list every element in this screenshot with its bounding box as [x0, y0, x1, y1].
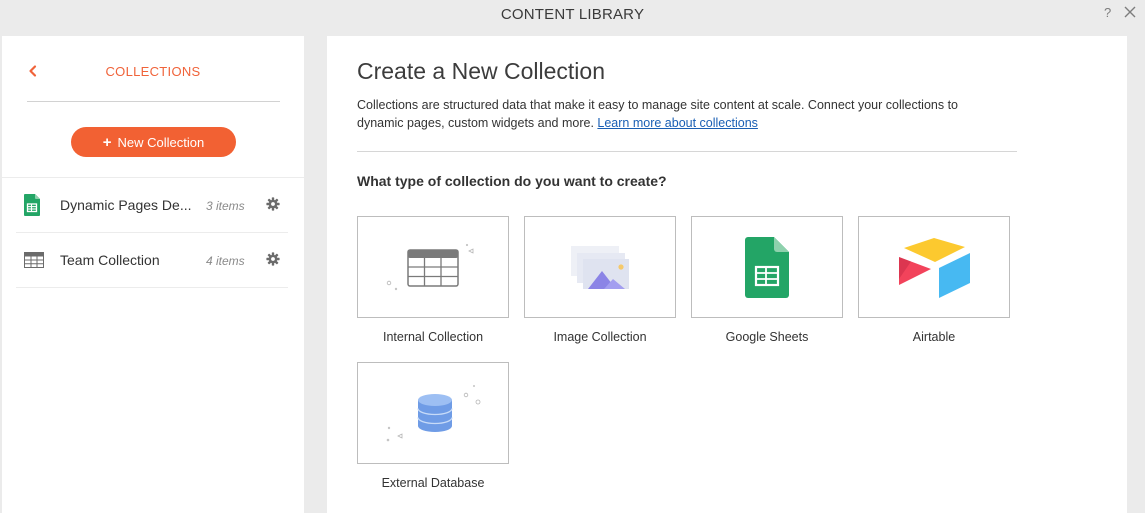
collection-count: 4 items: [206, 254, 245, 268]
collection-item-team[interactable]: Team Collection 4 items: [16, 233, 288, 288]
collection-count: 3 items: [206, 199, 245, 213]
table-icon: [24, 252, 44, 268]
option-internal-collection[interactable]: [357, 216, 509, 318]
section-heading: What type of collection do you want to c…: [357, 173, 667, 189]
option-label: Google Sheets: [725, 330, 809, 344]
close-icon[interactable]: [1122, 4, 1138, 20]
option-label: Airtable: [912, 330, 956, 344]
divider: [357, 151, 1017, 152]
collection-name: Dynamic Pages De...: [60, 197, 192, 213]
description: Collections are structured data that mak…: [357, 96, 997, 132]
gear-icon[interactable]: [266, 252, 280, 266]
new-collection-label: New Collection: [117, 134, 205, 150]
google-sheets-icon: [745, 237, 789, 298]
window-title: CONTENT LIBRARY: [500, 6, 645, 23]
option-external-database[interactable]: [357, 362, 509, 464]
table-grid-icon: [386, 243, 474, 291]
collection-name: Team Collection: [60, 252, 160, 268]
collection-item-dynamic-pages[interactable]: Dynamic Pages De... 3 items: [16, 178, 288, 233]
page-title: Create a New Collection: [357, 58, 606, 84]
airtable-icon: [899, 238, 970, 298]
option-label: Internal Collection: [382, 330, 484, 344]
divider: [27, 101, 280, 102]
option-label: External Database: [381, 476, 485, 490]
plus-icon: +: [102, 133, 112, 151]
new-collection-button[interactable]: + New Collection: [71, 127, 236, 157]
google-sheets-icon: [24, 194, 40, 216]
collections-sidebar: COLLECTIONS + New Collection Dynamic Pag…: [2, 36, 304, 513]
sidebar-title: COLLECTIONS: [105, 64, 201, 79]
help-button[interactable]: ?: [1104, 5, 1111, 20]
image-stack-icon: [571, 246, 629, 289]
gear-icon[interactable]: [266, 197, 280, 211]
window-titlebar: CONTENT LIBRARY: [0, 0, 1145, 30]
learn-more-link[interactable]: Learn more about collections: [597, 116, 758, 130]
option-google-sheets[interactable]: [691, 216, 843, 318]
option-airtable[interactable]: [858, 216, 1010, 318]
create-collection-panel: Create a New Collection Collections are …: [327, 36, 1127, 513]
database-icon: [386, 385, 481, 442]
option-image-collection[interactable]: [524, 216, 676, 318]
option-label: Image Collection: [553, 330, 647, 344]
